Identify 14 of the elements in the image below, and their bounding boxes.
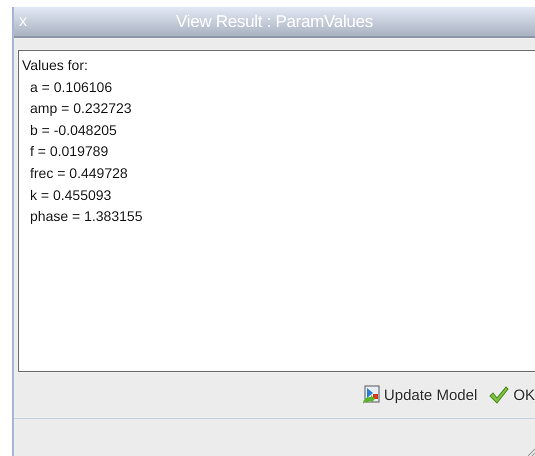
value-line: f = 0.019789 (30, 142, 108, 162)
value-line: k = 0.455093 (30, 186, 112, 205)
model-update-icon (362, 385, 380, 405)
value-line: b = -0.048205 (30, 120, 117, 140)
values-heading: Values for: (22, 56, 88, 75)
value-line: phase = 1.383155 (30, 207, 142, 226)
value-line: amp = 0.232723 (30, 99, 132, 118)
ok-button[interactable]: OK (489, 386, 535, 404)
window-title: View Result : ParamValues (176, 12, 373, 30)
value-line: a = 0.106106 (30, 78, 112, 97)
value-line: frec = 0.449728 (30, 164, 128, 183)
update-model-button[interactable]: Update Model (362, 385, 478, 405)
checkmark-icon (489, 386, 510, 404)
resize-grip-icon[interactable] (527, 448, 535, 456)
